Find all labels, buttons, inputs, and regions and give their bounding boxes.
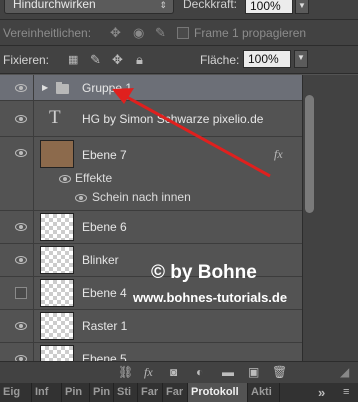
folder-icon [56, 82, 69, 94]
blend-mode-value: Hindurchwirken [13, 0, 96, 11]
tab-farbe[interactable]: Far [138, 383, 163, 402]
fx-icon[interactable]: fx [274, 147, 283, 162]
adjustment-layer-icon[interactable]: ◐ [196, 365, 203, 379]
effects-label: Effekte [75, 171, 113, 185]
add-style-icon[interactable]: fx [144, 365, 153, 380]
lock-transparent-icon[interactable]: ▦ [68, 53, 78, 66]
blend-mode-select[interactable]: Hindurchwirken ⇕ [4, 0, 174, 14]
layer-row-raster-1[interactable]: Raster 1 [0, 310, 302, 343]
layer-name: HG by Simon Schwarze pixelio.de [82, 112, 264, 126]
visibility-column [0, 101, 34, 136]
layer-name: Ebene 6 [82, 220, 127, 234]
visibility-toggle[interactable] [15, 287, 27, 299]
layer-thumbnail [40, 246, 74, 274]
delete-layer-icon[interactable]: 🗑︎ [272, 365, 287, 379]
tab-eigenschaften[interactable]: Eig [0, 383, 32, 402]
fill-label: Fläche: [200, 53, 240, 67]
tabs-overflow-icon[interactable]: » [315, 383, 341, 402]
watermark-url: www.bohnes-tutorials.de [133, 290, 288, 305]
tab-pinselvorgaben[interactable]: Pin [90, 383, 114, 402]
unify-position-icon[interactable]: ✥ [110, 25, 121, 41]
tab-farbfelder[interactable]: Far [163, 383, 188, 402]
layer-name: Ebene 4 [82, 286, 127, 300]
visibility-column [0, 244, 34, 276]
propagate-checkbox[interactable] [177, 27, 189, 39]
layer-thumbnail [40, 140, 74, 168]
unify-label: Vereinheitlichen: [3, 26, 92, 40]
eye-icon[interactable] [15, 223, 27, 231]
add-mask-icon[interactable]: ◙ [170, 365, 177, 379]
tab-protokoll[interactable]: Protokoll [188, 383, 248, 402]
watermark-copyright: © by Bohne [151, 262, 257, 283]
scrollbar-thumb[interactable] [305, 95, 314, 213]
layers-bottom-toolbar: ⛓ fx ◙ ◐ ▬ ▣ 🗑︎ ◢ [0, 361, 358, 383]
link-layers-icon[interactable]: ⛓ [118, 365, 133, 379]
chevron-updown-icon: ⇕ [159, 0, 167, 10]
effect-inner-glow[interactable]: Schein nach innen [92, 190, 191, 204]
resize-grip-icon[interactable]: ◢ [340, 365, 349, 379]
fill-input[interactable]: 100% [243, 50, 291, 68]
layer-row-gruppe-1[interactable]: ▶ Gruppe 1 [0, 75, 302, 101]
fill-dropdown-button[interactable]: ▼ [294, 50, 308, 68]
layer-thumbnail [40, 312, 74, 340]
tab-info[interactable]: Inf [32, 383, 62, 402]
visibility-column [0, 277, 34, 309]
eye-icon[interactable] [15, 322, 27, 330]
layer-thumbnail [40, 213, 74, 241]
propagate-label: Frame 1 propagieren [194, 26, 307, 40]
layer-name: Raster 1 [82, 319, 128, 333]
lock-label: Fixieren: [3, 53, 50, 67]
visibility-column [0, 211, 34, 243]
eye-icon[interactable] [15, 84, 27, 92]
effect-eye-icon[interactable] [75, 194, 87, 202]
unify-style-icon[interactable]: ✎ [155, 25, 166, 41]
panel-tabs: Eig Inf Pin Pin Sti Far Far Protokoll Ak… [0, 383, 358, 402]
eye-icon[interactable] [15, 256, 27, 264]
lock-all-icon[interactable]: 🔒︎ [136, 52, 143, 68]
layer-thumbnail [40, 279, 74, 307]
lock-pixels-icon[interactable]: ✎ [90, 52, 101, 68]
layer-name: Gruppe 1 [82, 81, 133, 95]
options-row-lock: Fixieren: ▦ ✎ ✥ 🔒︎ Fläche: 100% ▼ [0, 46, 358, 74]
layers-scrollbar[interactable] [302, 75, 316, 361]
panel-right-edge [316, 75, 358, 361]
panel-menu-icon[interactable]: ≡ [340, 383, 358, 402]
visibility-column [0, 137, 34, 210]
visibility-column [0, 310, 34, 342]
eye-icon[interactable] [15, 115, 27, 123]
lock-position-icon[interactable]: ✥ [112, 52, 123, 68]
tab-aktionen[interactable]: Akti [248, 383, 280, 402]
opacity-label: Deckkraft: [183, 0, 238, 11]
tab-stile[interactable]: Sti [114, 383, 138, 402]
options-row-blend: Hindurchwirken ⇕ Deckkraft: 100% ▼ [0, 0, 358, 20]
layer-row-ebene-5[interactable]: Ebene 5 [0, 343, 302, 361]
layer-thumbnail [40, 345, 74, 361]
layer-row-ebene-7[interactable]: Ebene 7 fx Effekte Schein nach innen [0, 137, 302, 211]
visibility-column [0, 75, 34, 100]
opacity-dropdown-button[interactable]: ▼ [295, 0, 309, 14]
eye-icon[interactable] [15, 149, 27, 157]
layer-row-hg[interactable]: T HG by Simon Schwarze pixelio.de [0, 101, 302, 137]
layer-name: Ebene 5 [82, 352, 127, 361]
text-layer-icon: T [49, 107, 61, 128]
effects-eye-icon[interactable] [59, 175, 71, 183]
new-layer-icon[interactable]: ▣ [248, 365, 259, 379]
layers-list: ▶ Gruppe 1 T HG by Simon Schwarze pixeli… [0, 75, 302, 361]
visibility-column [0, 343, 34, 361]
expand-triangle-icon[interactable]: ▶ [42, 83, 48, 92]
tab-pinsel[interactable]: Pin [62, 383, 90, 402]
options-row-unify: Vereinheitlichen: ✥ ◉ ✎ Frame 1 propagie… [0, 20, 358, 46]
layer-row-ebene-6[interactable]: Ebene 6 [0, 211, 302, 244]
layer-name: Blinker [82, 253, 119, 267]
new-group-icon[interactable]: ▬ [222, 365, 234, 379]
layer-name: Ebene 7 [82, 148, 127, 162]
unify-visibility-icon[interactable]: ◉ [133, 25, 144, 41]
opacity-input[interactable]: 100% [245, 0, 293, 14]
